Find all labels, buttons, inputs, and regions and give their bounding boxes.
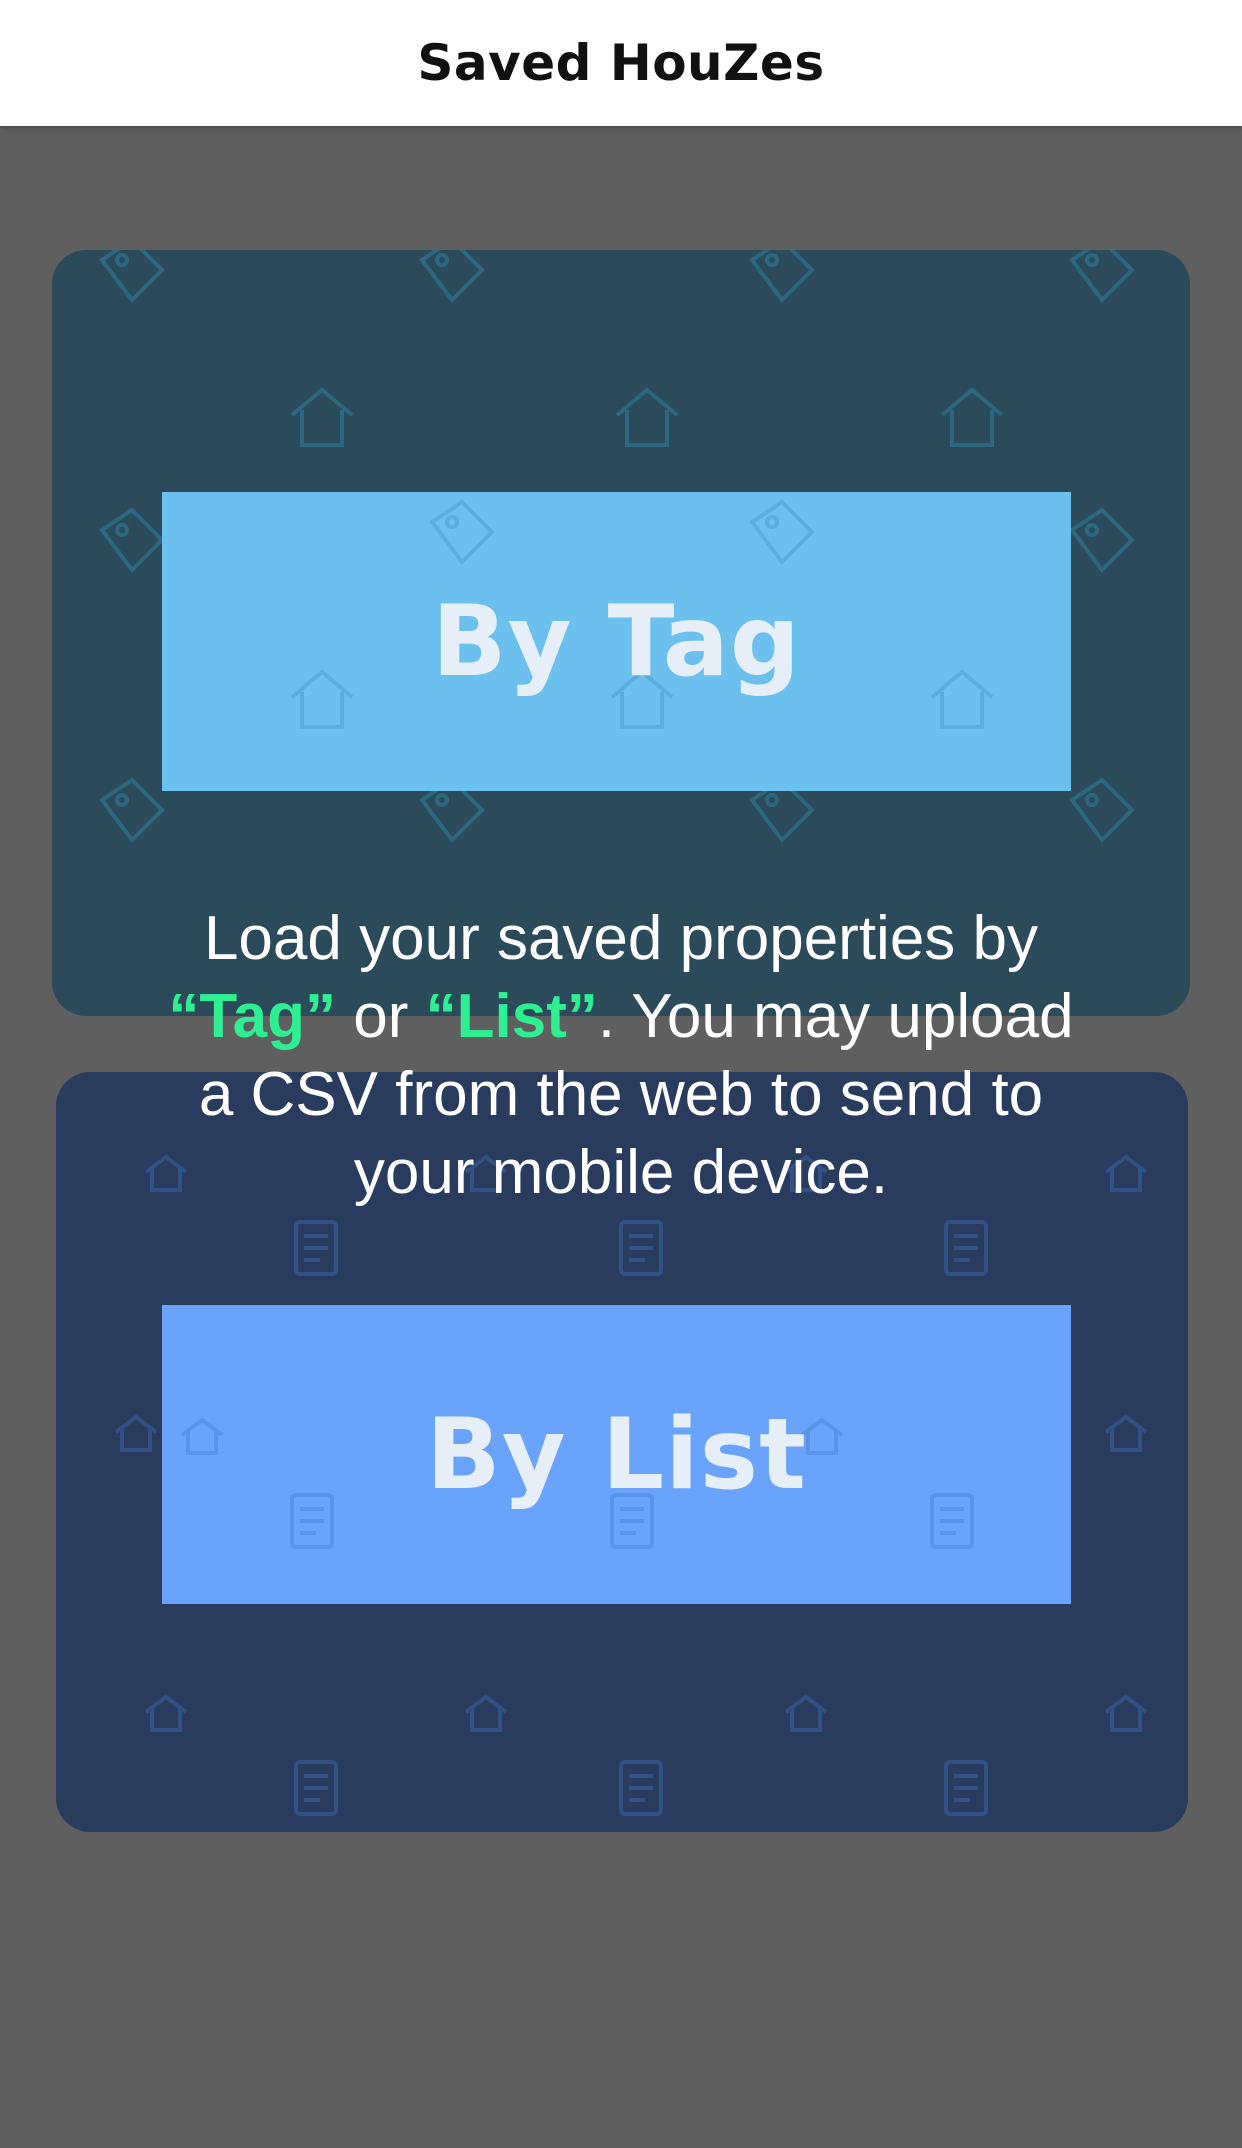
instructions-or: or [336,982,426,1051]
by-tag-button[interactable]: By Tag [162,492,1071,791]
instructions-line-1: Load your saved properties by [203,904,1039,973]
nav-bar: Saved HouZes [0,0,1242,126]
onboarding-overlay: By Tag Load your saved properties by “Ta… [0,0,1242,2148]
list-highlight: “List” [425,982,598,1051]
instructions-line-3: a CSV from the web to send to [198,1060,1044,1129]
by-tag-label: By Tag [431,584,802,699]
instructions-upload: . You may upload [597,982,1074,1051]
tag-highlight: “Tag” [168,982,337,1051]
instructions-text: Load your saved properties by “Tag” or “… [150,900,1092,1212]
by-list-button[interactable]: By List [162,1305,1071,1604]
instructions-line-4: your mobile device. [353,1138,889,1207]
page-title: Saved HouZes [417,34,825,92]
by-list-label: By List [426,1397,807,1512]
saved-houzes-screen: Saved HouZes By Tag Load your saved prop… [0,0,1242,2148]
